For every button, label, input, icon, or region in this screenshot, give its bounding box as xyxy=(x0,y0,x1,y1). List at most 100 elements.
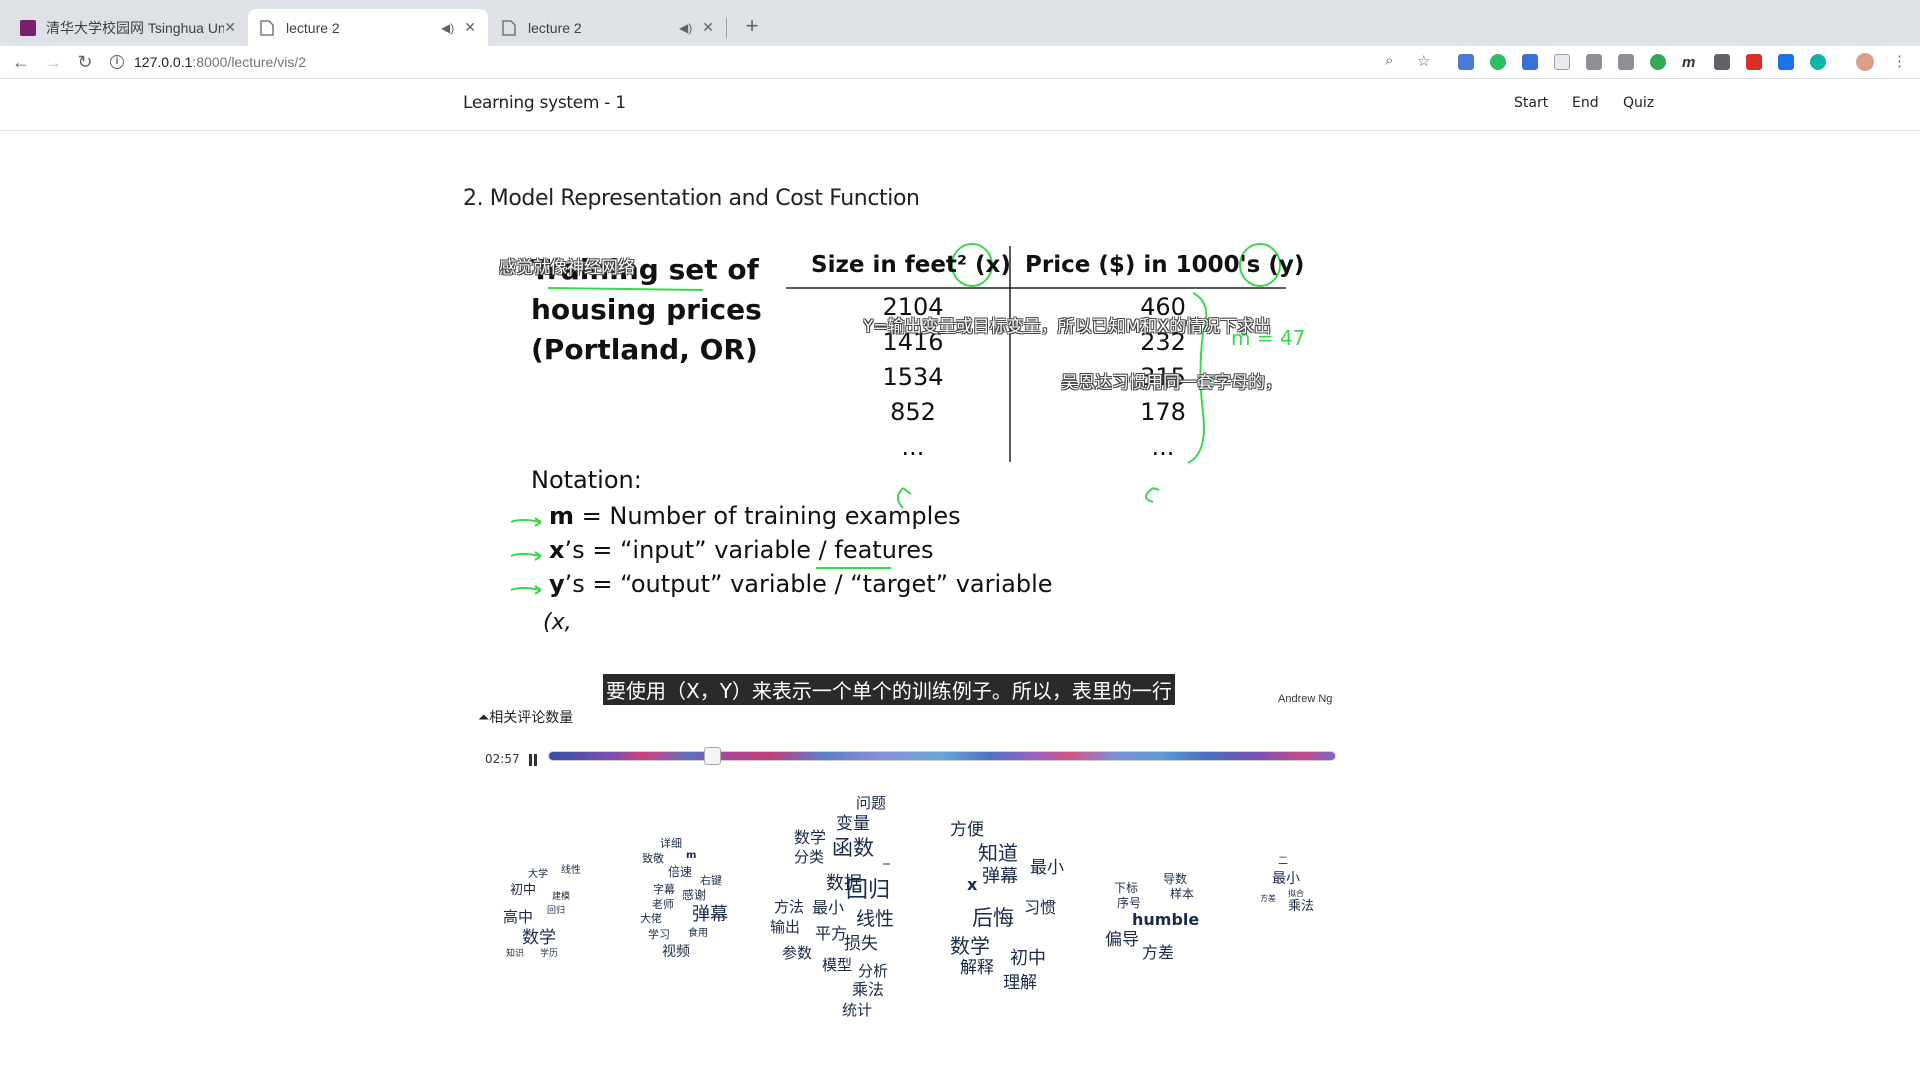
wordcloud-word: 偏导 xyxy=(1105,930,1139,950)
column-header-size: Size in feet² (x) xyxy=(811,252,1011,278)
browser-toolbar: ← → ↻ i 127.0.0.1:8000/lecture/vis/2 ⌕ ☆… xyxy=(0,46,1920,79)
pause-icon[interactable] xyxy=(528,754,538,766)
notation-label: Notation: xyxy=(531,466,642,494)
wordcloud-word: 平方 xyxy=(815,924,848,943)
speaker-icon[interactable]: ◀) xyxy=(441,21,454,35)
address-bar[interactable]: i 127.0.0.1:8000/lecture/vis/2 xyxy=(110,48,1410,76)
wordcloud-word: 下标 xyxy=(1114,881,1139,895)
evernote-extension-icon[interactable] xyxy=(1490,54,1506,70)
wordcloud-word: 倍速 xyxy=(668,865,693,879)
wordcloud-word: 学习 xyxy=(648,928,670,941)
new-tab-button[interactable]: + xyxy=(738,12,766,40)
close-tab-icon[interactable]: ✕ xyxy=(224,19,236,36)
notation-text: = Number of training examples xyxy=(574,502,961,530)
url-path: :8000/lecture/vis/2 xyxy=(192,54,307,70)
wordcloud-word: 数学 xyxy=(794,828,827,847)
nav-start-link[interactable]: Start xyxy=(1514,95,1548,111)
wordcloud-word: 函数 xyxy=(832,836,874,860)
wordcloud-word: 分析 xyxy=(858,962,889,980)
screen-extension-icon[interactable] xyxy=(1586,54,1602,70)
reload-icon[interactable]: ↻ xyxy=(73,50,97,74)
notation-symbol: x xyxy=(549,536,565,564)
wordcloud-word: 初中 xyxy=(1010,948,1046,969)
scholar-extension-icon[interactable] xyxy=(1522,54,1538,70)
arrow-y-notation xyxy=(510,585,542,595)
lecture-title: 2. Model Representation and Cost Functio… xyxy=(463,186,920,211)
wordcloud-word: 最小 xyxy=(812,898,845,917)
notation-symbol: y xyxy=(549,570,565,598)
wordcloud-word: 大佬 xyxy=(640,912,662,925)
video-player[interactable]: Training set of housing prices (Portland… xyxy=(463,238,1336,708)
wordcloud-word: 乘法 xyxy=(1288,899,1315,914)
back-arrow-icon[interactable]: ← xyxy=(9,50,33,74)
wordcloud-word: 致敬 xyxy=(642,852,664,865)
arrow-y-annotation xyxy=(1145,487,1160,503)
circle-m-extension-icon[interactable] xyxy=(1810,54,1826,70)
speaker-icon[interactable]: ◀) xyxy=(679,21,692,35)
zoom-icon[interactable]: ⌕ xyxy=(1385,52,1393,69)
brand-title[interactable]: Learning system - 1 xyxy=(463,93,626,113)
url-host: 127.0.0.1 xyxy=(134,54,193,70)
wordcloud-word: 参数 xyxy=(782,944,813,962)
puzzle-extension-icon[interactable] xyxy=(1618,54,1634,70)
tsinghua-favicon-icon xyxy=(20,19,36,36)
off-extension-icon[interactable] xyxy=(1650,54,1666,70)
forward-arrow-icon[interactable]: → xyxy=(41,50,65,74)
heading-line: housing prices xyxy=(531,293,762,326)
wordcloud-word: 回归 xyxy=(547,906,566,916)
heading-line: (Portland, OR) xyxy=(531,333,758,366)
notation-m: m = Number of training examples xyxy=(549,502,961,530)
close-tab-icon[interactable]: ✕ xyxy=(464,19,476,36)
progress-bar[interactable] xyxy=(548,751,1336,761)
translate-extension-icon[interactable] xyxy=(1458,54,1474,70)
danmaku-comment: 吴恩达习惯用同一套字母的， xyxy=(1061,373,1282,393)
wordcloud-word: 弹幕 xyxy=(982,866,1018,887)
notation-x: x’s = “input” variable / features xyxy=(549,536,934,564)
page-extension-icon[interactable] xyxy=(1554,54,1570,70)
wordcloud-word: 最小 xyxy=(1272,871,1300,887)
wordcloud-word: 老师 xyxy=(652,898,674,911)
bookmark-star-icon[interactable]: ☆ xyxy=(1417,52,1430,70)
counter-extension-icon[interactable] xyxy=(1778,54,1794,70)
wordcloud-word: 输出 xyxy=(770,918,801,936)
subtitle-caption: 要使用（X，Y）来表示一个单个的训练例子。所以，表里的一行 xyxy=(603,674,1175,705)
nav-end-link[interactable]: End xyxy=(1572,95,1599,111)
m-extension-icon[interactable]: m xyxy=(1682,54,1698,71)
close-tab-icon[interactable]: ✕ xyxy=(702,19,714,36)
browser-tab-bar: 清华大学校园网 Tsinghua Unive ✕ lecture 2 ◀) ✕ … xyxy=(0,0,1920,46)
progress-thumb[interactable] xyxy=(704,747,721,765)
notation-text: ’s = “input” variable / features xyxy=(564,536,934,564)
wordcloud-word: 详细 xyxy=(660,837,682,850)
wordcloud-word: 序号 xyxy=(1117,896,1142,910)
browser-tab-1[interactable]: 清华大学校园网 Tsinghua Unive ✕ xyxy=(8,9,248,46)
avatar[interactable] xyxy=(1856,53,1874,71)
picker-extension-icon[interactable] xyxy=(1714,54,1730,70)
wordcloud-word: 大学 xyxy=(528,869,548,880)
tab-separator xyxy=(726,18,727,38)
table-cell: ... xyxy=(1151,433,1175,461)
browser-tab-2[interactable]: lecture 2 ◀) ✕ xyxy=(248,9,488,46)
wordcloud-word: 知识 xyxy=(506,949,525,959)
wordcloud-word: 初中 xyxy=(510,883,537,898)
wordcloud-word: 知道 xyxy=(978,841,1018,865)
wordcloud-word: 拟合 xyxy=(1288,889,1304,898)
wordcloud-word: 方差 xyxy=(1142,943,1175,962)
book-extension-icon[interactable] xyxy=(1746,54,1762,70)
wordcloud-word: _ xyxy=(883,849,890,865)
wordcloud-word: 方法 xyxy=(774,898,805,916)
nav-quiz-link[interactable]: Quiz xyxy=(1623,95,1654,111)
wordcloud-word: 高中 xyxy=(503,908,534,926)
wordcloud-word: 导数 xyxy=(1163,872,1188,886)
wordcloud-word: 问题 xyxy=(856,794,887,812)
info-icon[interactable]: i xyxy=(110,55,124,69)
wordcloud-word: m xyxy=(686,850,697,861)
arrow-m-annotation xyxy=(510,517,542,527)
wordcloud-word: 方便 xyxy=(950,820,984,840)
menu-dots-icon[interactable]: ⋮ xyxy=(1892,52,1907,70)
wordcloud-word: 分类 xyxy=(794,848,825,866)
browser-tab-3[interactable]: lecture 2 ◀) ✕ xyxy=(490,9,726,46)
wordcloud-word: 统计 xyxy=(842,1001,873,1019)
related-comments-toggle[interactable]: ⏶相关评论数量 xyxy=(478,707,573,727)
app-header: Learning system - 1 Start End Quiz xyxy=(0,80,1920,131)
danmaku-comment: Y=输出变量或目标变量，所以已知M和X的情况下求出 xyxy=(863,317,1271,337)
